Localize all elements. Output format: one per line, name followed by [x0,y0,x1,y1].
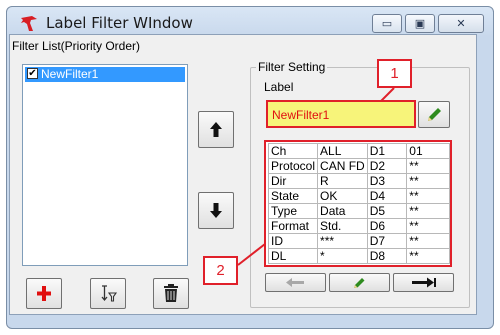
close-button[interactable]: ✕ [438,14,484,33]
callout-number-1: 1 [377,59,412,88]
table-row[interactable]: DL * D8 ** [267,248,450,264]
table-cell[interactable]: Data [317,203,368,219]
table-cell: Dir [267,173,319,189]
table-cell: Type [267,203,319,219]
table-cell: D8 [366,248,408,264]
table-cell[interactable]: ** [406,188,450,204]
red-bird-icon [21,16,37,31]
arrow-right-icon [412,277,436,288]
arrow-left-icon [286,278,304,287]
sort-filter-button[interactable] [90,278,126,309]
close-icon: ✕ [456,17,466,30]
table-cell[interactable]: ** [406,248,450,264]
filter-condition-table[interactable]: Ch ALL D1 01 Protocol CAN FD D2 ** Dir R D3 ** State… [264,140,452,267]
pencil-icon [428,108,441,121]
minimize-icon: ▭ [381,17,393,30]
minimize-button[interactable]: ▭ [372,14,402,33]
table-cell: ID [267,233,319,249]
table-cell: D1 [366,143,408,159]
maximize-button[interactable]: ▣ [405,14,435,33]
table-cell: D5 [366,203,408,219]
table-cell: D4 [366,188,408,204]
table-cell[interactable]: * [317,248,368,264]
table-cell: DL [267,248,319,264]
label-value: NewFilter1 [272,108,330,122]
table-cell[interactable]: ** [406,203,450,219]
arrow-down-icon [210,203,222,218]
table-cell: D2 [366,158,408,174]
table-cell[interactable]: ALL [317,143,368,159]
table-cell[interactable]: CAN FD [317,158,368,174]
table-cell[interactable]: *** [317,233,368,249]
pencil-icon [354,278,365,288]
filter-list-label: Filter List(Priority Order) [12,39,141,53]
maximize-icon: ▣ [414,17,426,30]
table-cell[interactable]: ** [406,173,450,189]
label-field[interactable]: NewFilter1 [266,100,416,128]
edit-condition-button[interactable] [329,273,390,292]
table-cell: D6 [366,218,408,234]
table-cell[interactable]: 01 [406,143,450,159]
table-cell: Ch [267,143,319,159]
table-row[interactable]: Dir R D3 ** [267,173,450,189]
list-item[interactable]: ✔ NewFilter1 [25,67,185,82]
window-title: Label Filter WIndow [46,14,193,32]
table-row[interactable]: Format Std. D6 ** [267,218,450,234]
table-row[interactable]: State OK D4 ** [267,188,450,204]
table-cell: State [267,188,319,204]
table-cell[interactable]: ** [406,158,450,174]
previous-button[interactable] [265,273,326,292]
sort-filter-icon [101,285,118,302]
label-caption: Label [264,80,294,94]
table-cell[interactable]: R [317,173,368,189]
table-cell[interactable]: ** [406,233,450,249]
move-down-button[interactable] [198,192,234,229]
filter-name: NewFilter1 [41,67,99,81]
table-row[interactable]: Protocol CAN FD D2 ** [267,158,450,174]
filter-list[interactable]: ✔ NewFilter1 [22,64,188,266]
table-cell: D7 [366,233,408,249]
table-cell[interactable]: Std. [317,218,368,234]
table-row[interactable]: Type Data D5 ** [267,203,450,219]
move-up-button[interactable] [198,111,234,148]
table-cell[interactable]: OK [317,188,368,204]
table-cell: D3 [366,173,408,189]
filter-setting-label: Filter Setting [256,60,328,74]
edit-label-button[interactable] [418,101,450,128]
table-row[interactable]: ID *** D7 ** [267,233,450,249]
callout-number-2: 2 [203,256,238,285]
filter-enabled-checkbox[interactable]: ✔ [27,68,38,79]
add-filter-button[interactable] [26,278,62,309]
table-row[interactable]: Ch ALL D1 01 [267,143,450,159]
table-cell: Protocol [267,158,319,174]
trash-icon [164,284,178,302]
plus-icon [37,286,51,301]
table-cell: Format [267,218,319,234]
table-cell[interactable]: ** [406,218,450,234]
delete-filter-button[interactable] [153,278,189,309]
arrow-up-icon [210,122,222,137]
next-button[interactable] [393,273,454,292]
